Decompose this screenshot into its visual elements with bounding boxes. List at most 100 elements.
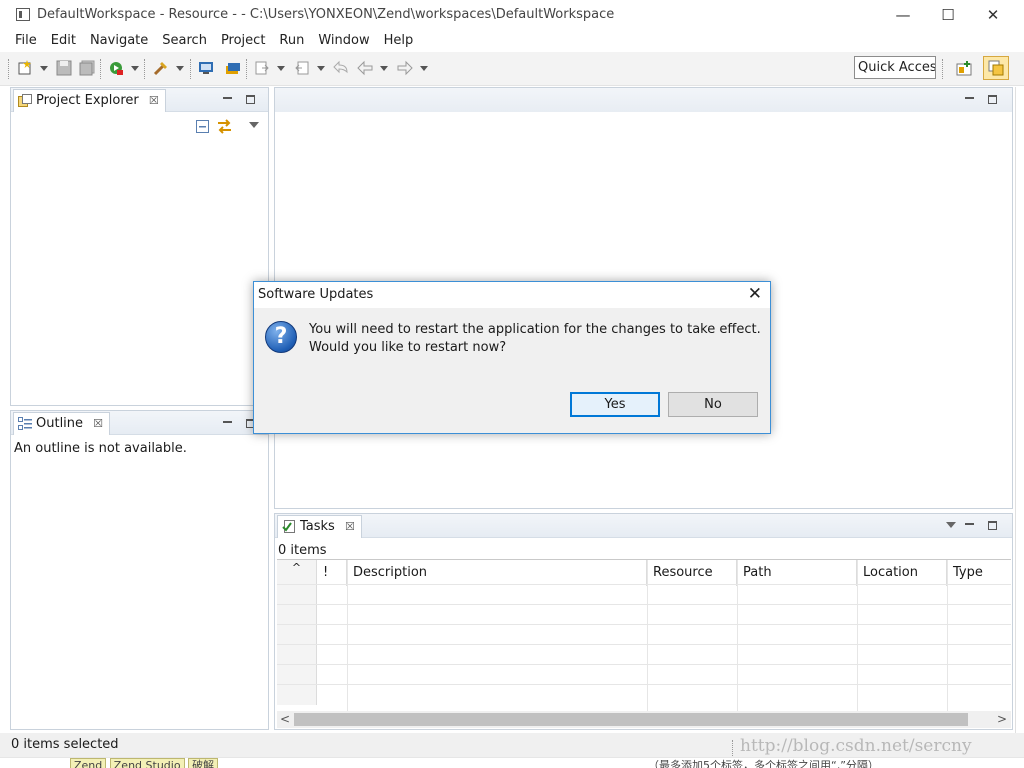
- window-title: DefaultWorkspace - Resource - - C:\Users…: [37, 7, 615, 22]
- column-header-type[interactable]: Type: [947, 560, 1011, 586]
- status-text: 0 items selected: [11, 737, 119, 752]
- table-row: [277, 664, 1011, 685]
- tasks-tab-label: Tasks: [300, 519, 335, 534]
- dialog-close-icon[interactable]: ✕: [748, 284, 762, 304]
- project-explorer-icon: [18, 94, 32, 107]
- toolbar-grip[interactable]: [144, 59, 147, 79]
- save-all-icon[interactable]: [79, 60, 95, 76]
- minimize-view-icon[interactable]: [223, 421, 232, 423]
- scrollbar-thumb[interactable]: [294, 713, 968, 726]
- tab-project-explorer[interactable]: Project Explorer ☒: [13, 89, 166, 112]
- link-with-editor-icon[interactable]: [216, 118, 233, 135]
- view-menu-icon[interactable]: [946, 522, 956, 528]
- collapse-all-icon[interactable]: [196, 120, 209, 133]
- ghost-tag: 破解: [188, 758, 219, 768]
- tasks-header: Tasks ☒: [275, 514, 1012, 538]
- save-icon[interactable]: [56, 60, 72, 76]
- toolbar-grip[interactable]: [190, 59, 193, 79]
- outline-icon: [18, 417, 32, 430]
- menu-window[interactable]: Window: [311, 30, 376, 52]
- scroll-left-icon[interactable]: <: [280, 712, 290, 726]
- back-icon[interactable]: [357, 60, 373, 76]
- tasks-table: ^ ! Description Resource Path Location T…: [277, 559, 1011, 711]
- sort-indicator-icon: ^: [291, 561, 302, 574]
- question-icon: ?: [265, 321, 297, 353]
- open-perspective-icon[interactable]: [956, 60, 972, 76]
- column-divider: [737, 560, 738, 711]
- outline-tab-label: Outline: [36, 416, 84, 431]
- dialog-title: Software Updates: [258, 287, 374, 302]
- menu-help[interactable]: Help: [377, 30, 421, 52]
- maximize-editor-icon[interactable]: [988, 95, 997, 104]
- menu-edit[interactable]: Edit: [44, 30, 83, 52]
- table-row: [277, 644, 1011, 665]
- scroll-right-icon[interactable]: >: [997, 712, 1007, 726]
- column-header-priority[interactable]: ^: [277, 560, 317, 586]
- resource-perspective-button[interactable]: [983, 56, 1009, 80]
- minimize-view-icon[interactable]: [965, 523, 974, 525]
- column-divider: [647, 560, 648, 711]
- quick-access-input[interactable]: Quick Access: [854, 56, 936, 79]
- previous-annotation-dropdown-icon[interactable]: [317, 66, 325, 71]
- maximize-view-icon[interactable]: [988, 521, 997, 530]
- tab-outline[interactable]: Outline ☒: [13, 412, 111, 435]
- next-annotation-icon[interactable]: [254, 60, 270, 76]
- close-outline-icon[interactable]: ☒: [93, 417, 103, 430]
- tasks-icon: [282, 520, 295, 533]
- column-header-status[interactable]: !: [317, 560, 347, 586]
- minimize-view-icon[interactable]: [223, 97, 232, 99]
- toolbar-grip[interactable]: [942, 59, 945, 79]
- yes-button[interactable]: Yes: [570, 392, 660, 417]
- toolbar-grip[interactable]: [100, 59, 103, 79]
- table-row: [277, 684, 1011, 705]
- new-icon[interactable]: [17, 60, 33, 76]
- close-window-button[interactable]: ✕: [970, 0, 1016, 30]
- forward-dropdown-icon[interactable]: [420, 66, 428, 71]
- tasks-count: 0 items: [278, 543, 327, 558]
- no-button[interactable]: No: [668, 392, 758, 417]
- open-type-icon[interactable]: [198, 60, 214, 76]
- open-task-icon[interactable]: [225, 60, 241, 76]
- maximize-view-icon[interactable]: [246, 95, 255, 104]
- software-updates-dialog: Software Updates ✕ ? You will need to re…: [253, 281, 771, 434]
- external-tools-icon[interactable]: [153, 60, 169, 76]
- toolbar-grip[interactable]: [246, 59, 249, 79]
- column-header-path[interactable]: Path: [737, 560, 857, 586]
- outline-message: An outline is not available.: [14, 441, 187, 456]
- column-header-description[interactable]: Description: [347, 560, 647, 586]
- next-annotation-dropdown-icon[interactable]: [277, 66, 285, 71]
- external-tools-dropdown-icon[interactable]: [176, 66, 184, 71]
- toolbar-grip[interactable]: [8, 59, 11, 79]
- column-header-resource[interactable]: Resource: [647, 560, 737, 586]
- close-tasks-icon[interactable]: ☒: [345, 520, 355, 533]
- editor-header: [275, 88, 1012, 112]
- debug-icon[interactable]: [108, 60, 124, 76]
- last-edit-icon[interactable]: [333, 60, 349, 76]
- app-icon: [16, 8, 30, 21]
- dialog-message: You will need to restart the application…: [309, 322, 761, 355]
- minimize-editor-icon[interactable]: [965, 97, 974, 99]
- table-row: [277, 624, 1011, 645]
- view-menu-icon[interactable]: [249, 122, 259, 128]
- project-explorer-tab-label: Project Explorer: [36, 93, 139, 108]
- menu-run[interactable]: Run: [272, 30, 311, 52]
- forward-icon[interactable]: [397, 60, 413, 76]
- right-edge-strip: [1015, 87, 1024, 733]
- previous-annotation-icon[interactable]: [294, 60, 310, 76]
- menu-file[interactable]: File: [8, 30, 44, 52]
- maximize-button[interactable]: ☐: [925, 0, 971, 30]
- menu-search[interactable]: Search: [155, 30, 214, 52]
- debug-dropdown-icon[interactable]: [131, 66, 139, 71]
- column-divider: [947, 560, 948, 711]
- column-divider: [857, 560, 858, 711]
- menu-navigate[interactable]: Navigate: [83, 30, 155, 52]
- tab-tasks[interactable]: Tasks ☒: [277, 515, 362, 538]
- outline-header: Outline ☒: [11, 411, 268, 435]
- resource-perspective-icon: [988, 60, 1004, 76]
- back-dropdown-icon[interactable]: [380, 66, 388, 71]
- column-header-location[interactable]: Location: [857, 560, 947, 586]
- close-project-explorer-icon[interactable]: ☒: [149, 94, 159, 107]
- new-dropdown-icon[interactable]: [40, 66, 48, 71]
- menu-project[interactable]: Project: [214, 30, 272, 52]
- minimize-button[interactable]: —: [880, 0, 926, 30]
